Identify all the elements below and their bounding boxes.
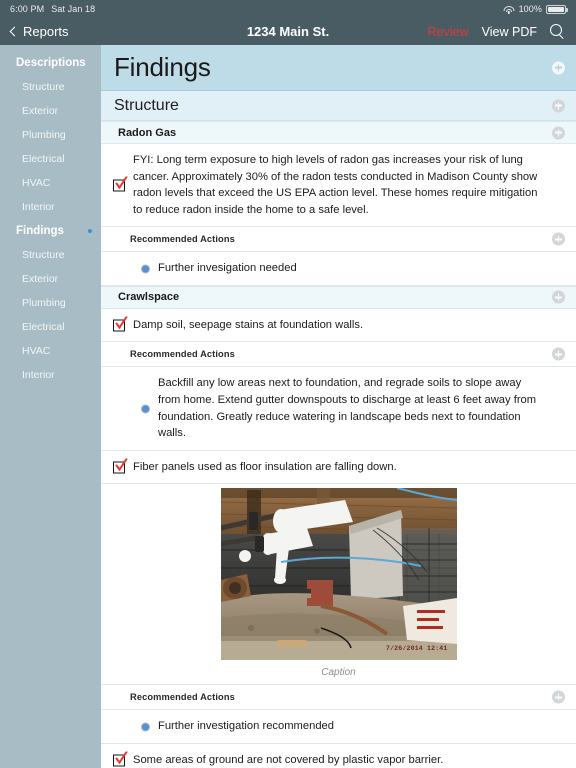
- review-button[interactable]: Review: [428, 25, 469, 39]
- sidebar-item-findings-hvac[interactable]: HVAC: [0, 339, 101, 363]
- findings-heading: Findings: [114, 52, 211, 82]
- subsection-header-crawlspace[interactable]: Crawlspace: [101, 285, 576, 309]
- finding-item[interactable]: FYI: Long term exposure to high levels o…: [101, 144, 576, 228]
- sidebar-item-descriptions-electrical[interactable]: Electrical: [0, 147, 101, 171]
- photo-timestamp: 7/26/2014 12:41: [385, 645, 448, 653]
- wifi-icon: [503, 5, 515, 14]
- recommended-actions-label: Recommended Actions: [130, 692, 235, 703]
- red-check-mark: [115, 458, 127, 471]
- back-button-label: Reports: [23, 24, 69, 39]
- add-to-section-button[interactable]: [552, 99, 565, 112]
- subsection-title: Crawlspace: [118, 291, 180, 304]
- subsection-title: Radon Gas: [118, 126, 177, 139]
- app-root: 6:00 PM Sat Jan 18 100% Reports 1234 Mai…: [0, 0, 576, 768]
- checked-checkbox-icon[interactable]: [113, 458, 127, 474]
- add-to-subsection-button[interactable]: [552, 126, 565, 139]
- finding-text: Fiber panels used as floor insulation ar…: [133, 460, 397, 473]
- checked-checkbox-icon[interactable]: [113, 316, 127, 332]
- section-header-structure[interactable]: Structure: [101, 91, 576, 121]
- recommended-actions-label: Recommended Actions: [130, 234, 235, 245]
- finding-photo-block: 7/26/2014 12:41 Caption: [101, 484, 576, 686]
- section-title: Structure: [114, 96, 179, 114]
- photo-image: [220, 488, 457, 661]
- sidebar-item-findings-electrical[interactable]: Electrical: [0, 315, 101, 339]
- add-to-subsection-button[interactable]: [552, 290, 565, 304]
- subsection-header-radon-gas[interactable]: Radon Gas: [101, 121, 576, 144]
- finding-item[interactable]: Some areas of ground are not covered by …: [101, 743, 576, 768]
- action-item[interactable]: Further investigation recommended: [101, 710, 576, 744]
- add-action-button[interactable]: [552, 690, 565, 704]
- bullet-dot-icon: [141, 264, 150, 274]
- sidebar-group-findings[interactable]: Findings: [0, 219, 101, 243]
- crawlspace-photo[interactable]: 7/26/2014 12:41: [220, 488, 457, 661]
- add-action-button[interactable]: [552, 232, 565, 246]
- finding-text: Some areas of ground are not covered by …: [133, 753, 444, 766]
- recommended-actions-header[interactable]: Recommended Actions: [101, 227, 576, 253]
- sidebar-group-descriptions[interactable]: Descriptions: [0, 51, 101, 75]
- view-pdf-button[interactable]: View PDF: [482, 25, 537, 39]
- red-check-mark: [115, 751, 127, 764]
- action-text: Further investigation recommended: [158, 720, 334, 733]
- action-item[interactable]: Further invesigation needed: [101, 252, 576, 286]
- sidebar-item-findings-structure[interactable]: Structure: [0, 243, 101, 267]
- sidebar-item-descriptions-interior[interactable]: Interior: [0, 195, 101, 219]
- red-check-mark: [115, 316, 127, 329]
- photo-caption[interactable]: Caption: [321, 667, 355, 678]
- sidebar: Descriptions Structure Exterior Plumbing…: [0, 45, 101, 768]
- sidebar-item-descriptions-hvac[interactable]: HVAC: [0, 171, 101, 195]
- battery-percent: 100%: [518, 4, 542, 14]
- action-text: Backfill any low areas next to foundatio…: [158, 377, 537, 440]
- recommended-actions-label: Recommended Actions: [130, 349, 235, 360]
- back-to-reports-button[interactable]: Reports: [9, 24, 69, 39]
- status-bar: 6:00 PM Sat Jan 18 100%: [0, 0, 576, 18]
- sidebar-item-findings-interior[interactable]: Interior: [0, 363, 101, 387]
- active-section-dot-icon: [88, 229, 92, 233]
- status-time: 6:00 PM: [10, 4, 45, 14]
- sidebar-item-descriptions-structure[interactable]: Structure: [0, 75, 101, 99]
- sidebar-item-descriptions-plumbing[interactable]: Plumbing: [0, 123, 101, 147]
- bullet-dot-icon: [141, 404, 150, 414]
- action-item[interactable]: Backfill any low areas next to foundatio…: [101, 367, 576, 451]
- bullet-dot-icon: [141, 722, 150, 732]
- recommended-actions-header[interactable]: Recommended Actions: [101, 685, 576, 711]
- sidebar-group-label: Descriptions: [16, 57, 86, 69]
- recommended-actions-header[interactable]: Recommended Actions: [101, 342, 576, 368]
- findings-title-bar: Findings: [101, 45, 576, 91]
- search-icon[interactable]: [550, 24, 565, 39]
- add-action-button[interactable]: [552, 347, 565, 361]
- checked-checkbox-icon[interactable]: [113, 751, 127, 767]
- sidebar-item-descriptions-exterior[interactable]: Exterior: [0, 99, 101, 123]
- red-check-mark: [115, 176, 127, 189]
- chevron-left-icon: [9, 26, 20, 37]
- sidebar-group-label: Findings: [16, 225, 64, 237]
- status-date: Sat Jan 18: [51, 4, 96, 14]
- add-finding-button[interactable]: [552, 61, 565, 74]
- finding-text: FYI: Long term exposure to high levels o…: [133, 154, 538, 216]
- nav-bar: Reports 1234 Main St. Review View PDF: [0, 18, 576, 45]
- finding-item[interactable]: Damp soil, seepage stains at foundation …: [101, 308, 576, 343]
- checked-checkbox-icon[interactable]: [113, 176, 127, 192]
- main-content: Findings Structure Radon Gas FYI: Long t…: [101, 45, 576, 768]
- finding-item[interactable]: Fiber panels used as floor insulation ar…: [101, 450, 576, 485]
- action-text: Further invesigation needed: [158, 262, 297, 275]
- battery-icon: [546, 4, 568, 14]
- finding-text: Damp soil, seepage stains at foundation …: [133, 318, 364, 331]
- sidebar-item-findings-exterior[interactable]: Exterior: [0, 267, 101, 291]
- sidebar-item-findings-plumbing[interactable]: Plumbing: [0, 291, 101, 315]
